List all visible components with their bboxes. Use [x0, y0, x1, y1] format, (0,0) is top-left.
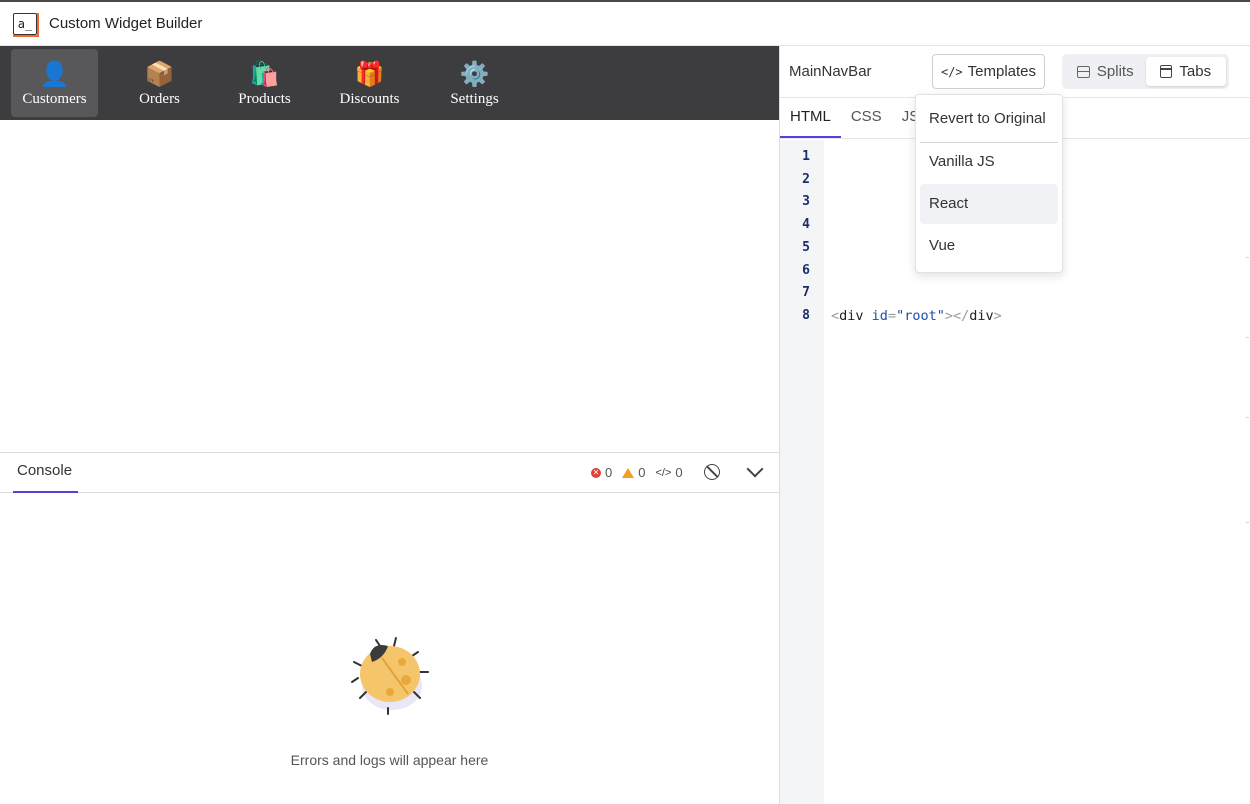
code-token: "root" [896, 308, 945, 324]
error-icon: ✕ [591, 467, 601, 478]
console-body: Errors and logs will appear here [0, 494, 779, 804]
log-count-value: 0 [675, 465, 683, 480]
view-mode-toggle: Splits Tabs [1062, 54, 1229, 89]
line-number: 3 [802, 194, 810, 209]
nav-item-label: Settings [450, 90, 499, 107]
line-number: 6 [802, 263, 810, 278]
gear-icon: ⚙️ [459, 59, 490, 88]
splits-button[interactable]: Splits [1065, 57, 1146, 86]
gift-icon: 🎁 [354, 59, 385, 88]
shopping-bags-icon: 🛍️ [249, 59, 280, 88]
line-number: 2 [802, 172, 810, 187]
warning-icon [622, 467, 635, 478]
line-number: 8 [802, 308, 810, 323]
error-count: ✕ 0 [591, 465, 612, 480]
line-number-gutter: 1 2 3 4 5 6 7 8 [780, 140, 824, 804]
code-token: > [993, 308, 1002, 324]
nav-item-label: Orders [139, 90, 180, 107]
code-token: = [887, 308, 897, 324]
preview-navbar: 👤 Customers 📦 Orders 🛍️ Products 🎁 Disco… [0, 46, 779, 120]
log-count: </> 0 [655, 465, 682, 480]
nav-item-label: Customers [22, 90, 87, 107]
tab-css[interactable]: CSS [841, 98, 892, 138]
splits-label: Splits [1096, 63, 1134, 80]
line-number: 7 [802, 285, 810, 300]
line-number: 1 [802, 149, 810, 164]
nav-item-label: Products [238, 90, 291, 107]
nav-item-label: Discounts [339, 90, 400, 107]
customer-icon: 👤 [39, 59, 70, 88]
templates-button[interactable]: </> Templates [932, 54, 1045, 89]
tab-console[interactable]: Console [13, 453, 78, 493]
code-token: id [871, 308, 888, 324]
tabs-label: Tabs [1179, 63, 1212, 80]
editor-header: MainNavBar </> Templates Splits Tabs [780, 46, 1250, 98]
menu-item-vue[interactable]: Vue [920, 226, 1058, 266]
code-line: <div id="root"></div> [831, 308, 1002, 324]
code-token: ></ [944, 308, 970, 324]
preview-pane: 👤 Customers 📦 Orders 🛍️ Products 🎁 Disco… [0, 46, 780, 804]
menu-item-vanilla-js[interactable]: Vanilla JS [920, 142, 1058, 182]
tabs-button[interactable]: Tabs [1145, 57, 1226, 86]
nav-item-orders[interactable]: 📦 Orders [116, 49, 203, 117]
code-token: < [831, 308, 840, 324]
menu-item-react[interactable]: React [920, 184, 1058, 224]
clear-console-icon[interactable] [704, 464, 720, 480]
line-number: 4 [802, 217, 810, 232]
nav-item-customers[interactable]: 👤 Customers [11, 49, 98, 117]
console-empty-message: Errors and logs will appear here [290, 752, 489, 768]
split-view-icon [1076, 65, 1090, 78]
preview-canvas [0, 120, 779, 452]
app-logo-icon: a_ [13, 12, 39, 37]
nav-item-discounts[interactable]: 🎁 Discounts [326, 49, 413, 117]
error-count-value: 0 [605, 465, 613, 480]
warning-count-value: 0 [638, 465, 646, 480]
package-icon: 📦 [144, 59, 175, 88]
code-icon: </> [655, 466, 672, 479]
edge-dividers [1246, 257, 1249, 547]
console-counters: ✕ 0 0 </> 0 [591, 465, 693, 480]
templates-button-label: Templates [967, 63, 1037, 80]
code-token: div [969, 308, 994, 324]
menu-item-revert[interactable]: Revert to Original [920, 99, 1058, 139]
warning-count: 0 [622, 465, 645, 480]
code-icon: </> [940, 64, 963, 79]
code-token: div [839, 308, 864, 324]
console-tab-bar: Console ✕ 0 0 </> 0 [0, 452, 779, 493]
nav-item-settings[interactable]: ⚙️ Settings [431, 49, 518, 117]
app-header: a_ Custom Widget Builder [0, 0, 1250, 46]
tab-html[interactable]: HTML [780, 98, 841, 138]
templates-dropdown: Revert to Original Vanilla JS React Vue [915, 94, 1063, 273]
widget-name: MainNavBar [789, 63, 872, 80]
nav-item-products[interactable]: 🛍️ Products [221, 49, 308, 117]
line-number: 5 [802, 240, 810, 255]
bug-icon [351, 637, 429, 715]
app-title: Custom Widget Builder [49, 15, 203, 32]
chevron-down-icon[interactable] [746, 460, 764, 478]
tab-view-icon [1160, 65, 1173, 78]
